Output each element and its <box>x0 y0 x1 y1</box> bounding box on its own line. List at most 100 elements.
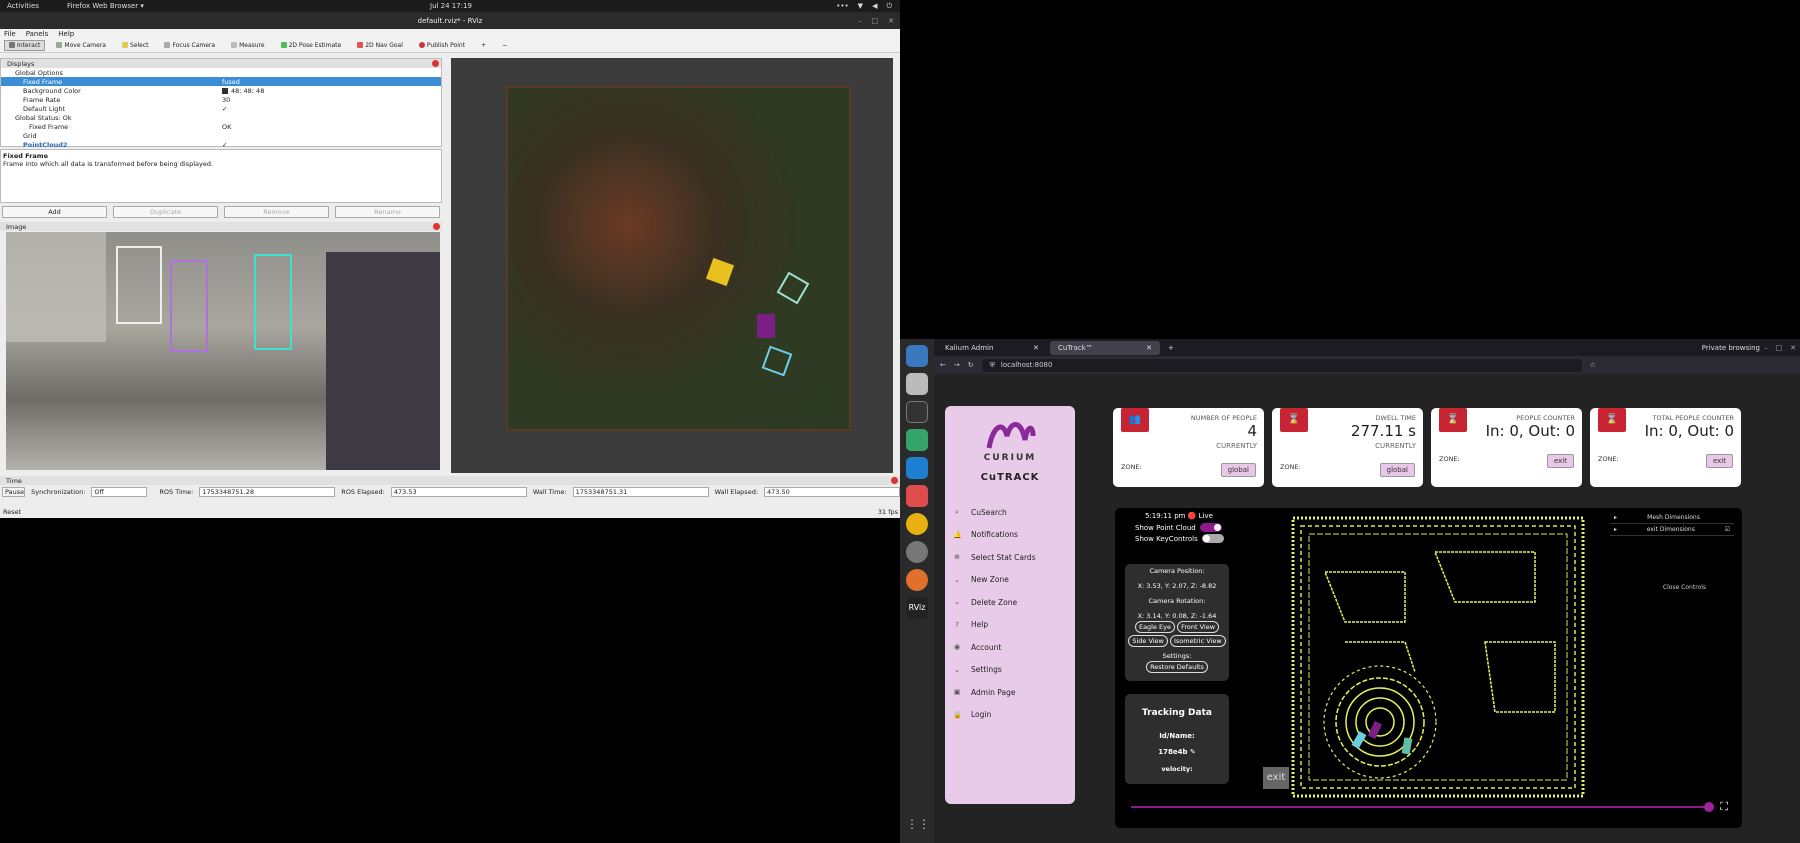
vscode-icon[interactable] <box>906 457 928 479</box>
tool-interact[interactable]: Interact <box>4 40 46 51</box>
tool-pose-estimate[interactable]: 2D Pose Estimate <box>276 40 347 51</box>
ros-time-field[interactable]: 1753348751.28 <box>199 487 336 497</box>
close-panel-icon[interactable] <box>433 223 440 230</box>
close-icon[interactable]: ✕ <box>888 17 894 25</box>
row-value[interactable]: fused <box>222 78 240 86</box>
point-cloud-toggle[interactable] <box>1199 523 1222 532</box>
files-icon[interactable] <box>906 373 928 395</box>
sidebar-item-login[interactable]: 🔒 Login <box>953 704 1071 727</box>
rviz-icon[interactable]: RViz <box>906 597 928 619</box>
edit-icon[interactable]: ✎ <box>1190 748 1196 756</box>
power-icon[interactable]: ⏻ <box>886 2 892 11</box>
maximize-icon[interactable]: □ <box>872 17 879 25</box>
sidebar-item-settings[interactable]: ⌄ Settings <box>953 659 1071 682</box>
close-panel-icon[interactable] <box>891 477 898 484</box>
reload-icon[interactable]: ↻ <box>968 361 974 369</box>
tab-kalium-admin[interactable]: Kalium Admin ✕ <box>937 341 1047 355</box>
slider-knob[interactable] <box>1704 802 1714 812</box>
row-value[interactable]: ✓ <box>222 105 227 113</box>
close-tab-icon[interactable]: ✕ <box>1146 344 1152 352</box>
close-controls-button[interactable]: Close Controls <box>1663 584 1706 591</box>
rename-button[interactable]: Rename <box>335 206 440 218</box>
sidebar-item-notifications[interactable]: 🔔 Notifications <box>953 524 1071 547</box>
tab-cutrack[interactable]: CuTrack™ ✕ <box>1050 340 1160 355</box>
tool-move-camera[interactable]: Move Camera <box>51 40 111 51</box>
display-row[interactable]: Fixed Frame OK <box>1 122 441 131</box>
display-row[interactable]: Fixed Frame fused <box>1 77 441 86</box>
point-cloud-viewer[interactable]: 5:19:11 pm 🔴 Live Show Point Cloud Show … <box>1115 508 1742 828</box>
fullscreen-icon[interactable]: ⛶ <box>1720 800 1728 814</box>
display-row[interactable]: PointCloud2 ✓ <box>1 140 441 149</box>
mesh-dimensions-row[interactable]: ▸ Mesh Dimensions <box>1610 512 1734 524</box>
add-tool-button[interactable]: + <box>476 40 491 51</box>
point-cloud-canvas[interactable] <box>1285 512 1593 802</box>
exit-dimensions-row[interactable]: ▸ exit Dimensions ☑ <box>1610 524 1734 536</box>
sidebar-item-delete-zone[interactable]: ⌄ Delete Zone <box>953 591 1071 614</box>
display-row[interactable]: Global Status: Ok <box>1 113 441 122</box>
url-field[interactable]: ⛨ localhost:8080 <box>981 358 1582 372</box>
settings-icon[interactable] <box>906 541 928 563</box>
rviz-3d-view[interactable] <box>451 58 893 473</box>
thunderbird-icon[interactable] <box>906 345 928 367</box>
more-icon[interactable]: ••• <box>836 2 848 11</box>
activities-button[interactable]: Activities <box>7 2 39 10</box>
row-value[interactable]: 48; 48; 48 <box>222 87 264 95</box>
checkbox-icon[interactable]: ☑ <box>1725 526 1730 533</box>
zone-button[interactable]: exit <box>1546 454 1574 468</box>
sidebar-item-new-zone[interactable]: ⌄ New Zone <box>953 569 1071 592</box>
exit-view-button[interactable]: exit <box>1263 767 1289 789</box>
tool-publish-point[interactable]: Publish Point <box>414 40 470 51</box>
duplicate-button[interactable]: Duplicate <box>113 206 218 218</box>
menu-file[interactable]: File <box>4 30 16 38</box>
app-menu[interactable]: Firefox Web Browser ▾ <box>67 2 144 10</box>
sidebar-item-select-stat-cards[interactable]: ⊕ Select Stat Cards <box>953 546 1071 569</box>
add-button[interactable]: Add <box>2 206 107 218</box>
forward-icon[interactable]: → <box>954 361 960 369</box>
firefox-icon[interactable] <box>906 569 928 591</box>
tool-nav-goal[interactable]: 2D Nav Goal <box>352 40 408 51</box>
remove-button[interactable]: Remove <box>224 206 329 218</box>
menu-help[interactable]: Help <box>58 30 74 38</box>
reset-button[interactable]: Reset <box>3 508 21 516</box>
key-controls-toggle[interactable] <box>1201 534 1224 543</box>
slack-icon[interactable] <box>906 429 928 451</box>
app-grid-icon[interactable]: ⋮⋮ <box>906 817 930 839</box>
tool-focus-camera[interactable]: Focus Camera <box>159 40 220 51</box>
volume-icon[interactable]: ◀ <box>872 2 877 11</box>
tool-measure[interactable]: Measure <box>226 40 270 51</box>
close-panel-icon[interactable] <box>432 60 439 67</box>
restore-defaults-button[interactable]: Restore Defaults <box>1146 661 1208 673</box>
display-row[interactable]: Grid <box>1 131 441 140</box>
maximize-icon[interactable]: □ <box>1776 344 1783 352</box>
calendar-icon[interactable] <box>906 485 928 507</box>
tool-select[interactable]: Select <box>117 40 154 51</box>
network-icon[interactable]: ▼ <box>858 2 863 11</box>
remove-tool-button[interactable]: − <box>497 40 512 51</box>
timeline-slider[interactable] <box>1131 802 1714 812</box>
eagle-eye-button[interactable]: Eagle Eye <box>1134 621 1176 633</box>
sidebar-item-help[interactable]: ? Help <box>953 614 1071 637</box>
system-tray[interactable]: ••• ▼ ◀ ⏻ <box>836 2 892 11</box>
display-row[interactable]: Global Options <box>1 68 441 77</box>
zone-button[interactable]: global <box>1379 463 1415 477</box>
close-tab-icon[interactable]: ✕ <box>1033 344 1039 352</box>
clock[interactable]: Jul 24 17:19 <box>430 2 472 10</box>
display-row[interactable]: Default Light ✓ <box>1 104 441 113</box>
row-value[interactable]: ✓ <box>222 141 227 149</box>
row-value[interactable]: 30 <box>222 96 230 104</box>
wall-elapsed-field[interactable]: 473.50 <box>764 487 900 497</box>
chrome-icon[interactable] <box>906 513 928 535</box>
ros-elapsed-field[interactable]: 473.53 <box>390 487 527 497</box>
new-tab-button[interactable]: + <box>1168 344 1174 352</box>
minimize-icon[interactable]: – <box>858 17 862 25</box>
close-icon[interactable]: ✕ <box>1790 344 1796 352</box>
front-view-button[interactable]: Front View <box>1177 621 1220 633</box>
pause-button[interactable]: Pause <box>2 487 26 497</box>
sync-select[interactable]: Off <box>91 487 148 497</box>
sidebar-item-cusearch[interactable]: ⌕ CuSearch <box>953 501 1071 524</box>
menu-panels[interactable]: Panels <box>26 30 49 38</box>
sidebar-item-account[interactable]: ◉ Account <box>953 636 1071 659</box>
display-row[interactable]: Frame Rate 30 <box>1 95 441 104</box>
wall-time-field[interactable]: 1753348751.31 <box>572 487 709 497</box>
display-row[interactable]: Background Color 48; 48; 48 <box>1 86 441 95</box>
